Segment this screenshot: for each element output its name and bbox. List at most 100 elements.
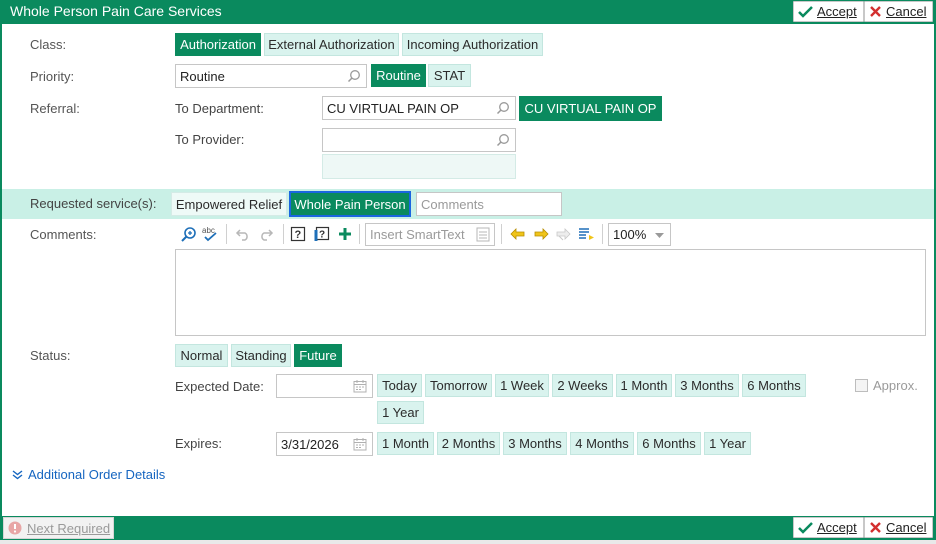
expected-3-months[interactable]: 3 Months <box>675 374 739 397</box>
accept-label: Accept <box>817 4 857 19</box>
expected-2-weeks[interactable]: 2 Weeks <box>552 374 613 397</box>
to-department-value: CU VIRTUAL PAIN OP <box>327 100 459 116</box>
help-icon[interactable]: ? <box>289 224 307 244</box>
expires-4-months[interactable]: 4 Months <box>570 432 634 455</box>
class-external-authorization[interactable]: External Authorization <box>264 33 399 56</box>
cancel-label: Cancel <box>886 4 927 19</box>
insert-smarttext-input[interactable]: Insert SmartText <box>365 223 495 246</box>
add-icon[interactable] <box>336 224 354 244</box>
expires-1-year[interactable]: 1 Year <box>704 432 751 455</box>
expected-date-input[interactable] <box>276 374 373 398</box>
service-empowered-relief[interactable]: Empowered Relief <box>171 192 287 216</box>
additional-order-details-label: Additional Order Details <box>28 467 166 482</box>
expires-6-months[interactable]: 6 Months <box>637 432 701 455</box>
to-provider-input[interactable] <box>322 128 516 152</box>
spellcheck-icon[interactable]: abc <box>201 224 219 244</box>
services-comments-input[interactable]: Comments <box>416 192 562 216</box>
search-icon <box>347 70 360 83</box>
toolbar-separator <box>226 224 227 244</box>
expected-6-months[interactable]: 6 Months <box>742 374 806 397</box>
double-chevron-down-icon <box>12 469 23 479</box>
status-standing[interactable]: Standing <box>231 344 291 367</box>
service-whole-pain-person[interactable]: Whole Pain Person <box>289 191 411 217</box>
svg-text:?: ? <box>319 229 325 240</box>
footer-cancel-label: Cancel <box>886 520 927 535</box>
expires-input[interactable]: 3/31/2026 <box>276 432 373 456</box>
accept-button[interactable]: Accept <box>793 1 864 22</box>
footer-accept-label: Accept <box>817 520 857 535</box>
previous-field-icon[interactable] <box>508 224 526 244</box>
calendar-icon <box>353 438 367 451</box>
department-chip[interactable]: CU VIRTUAL PAIN OP <box>519 96 662 121</box>
checkbox-box <box>855 379 868 392</box>
priority-label: Priority: <box>30 69 75 84</box>
close-icon <box>870 6 881 17</box>
toolbar-separator <box>283 224 284 244</box>
priority-stat[interactable]: STAT <box>428 64 471 87</box>
zoom-select[interactable]: 100% <box>608 223 671 246</box>
status-normal[interactable]: Normal <box>175 344 228 367</box>
svg-text:abc: abc <box>202 226 215 235</box>
priority-value: Routine <box>180 68 225 84</box>
expected-tomorrow[interactable]: Tomorrow <box>425 374 492 397</box>
next-required-label: Next Required <box>27 520 111 536</box>
expected-1-month[interactable]: 1 Month <box>616 374 672 397</box>
search-icon <box>496 102 509 115</box>
left-border <box>0 24 2 516</box>
close-icon <box>870 522 881 533</box>
search-icon <box>496 134 509 147</box>
additional-order-details-link[interactable]: Additional Order Details <box>12 467 165 482</box>
clear-field-icon[interactable] <box>555 224 573 244</box>
approx-label: Approx. <box>873 378 918 393</box>
cancel-button[interactable]: Cancel <box>864 1 934 22</box>
undo-icon[interactable] <box>234 224 252 244</box>
provider-chip-area <box>322 154 516 179</box>
expected-1-year[interactable]: 1 Year <box>377 401 424 424</box>
toolbar-separator <box>602 224 603 244</box>
zoom-value: 100% <box>613 227 647 242</box>
footer-accept-button[interactable]: Accept <box>793 517 864 538</box>
status-future[interactable]: Future <box>294 344 342 367</box>
priority-routine[interactable]: Routine <box>371 64 426 87</box>
smarttext-list-icon <box>476 227 490 242</box>
services-comments-placeholder: Comments <box>421 196 484 212</box>
expected-today[interactable]: Today <box>377 374 422 397</box>
next-required-button[interactable]: Next Required <box>3 517 114 539</box>
status-label: Status: <box>30 348 71 363</box>
svg-text:?: ? <box>295 229 302 241</box>
footer-cancel-button[interactable]: Cancel <box>864 517 934 538</box>
toolbar-separator <box>359 224 360 244</box>
class-incoming-authorization[interactable]: Incoming Authorization <box>402 33 543 56</box>
expected-1-week[interactable]: 1 Week <box>495 374 549 397</box>
priority-input[interactable]: Routine <box>175 64 367 88</box>
to-department-input[interactable]: CU VIRTUAL PAIN OP <box>322 96 516 120</box>
comments-textarea[interactable] <box>175 249 926 336</box>
referral-label: Referral: <box>30 101 80 116</box>
insert-smarttext-placeholder: Insert SmartText <box>370 227 465 242</box>
background-strip <box>0 540 936 544</box>
format-list-icon[interactable] <box>577 224 595 244</box>
next-field-icon[interactable] <box>532 224 550 244</box>
redo-icon[interactable] <box>257 224 275 244</box>
expected-date-label: Expected Date: <box>175 379 264 394</box>
checkmark-icon <box>798 522 813 534</box>
expires-label: Expires: <box>175 436 222 451</box>
expires-3-months[interactable]: 3 Months <box>503 432 567 455</box>
requested-services-label: Requested service(s): <box>30 196 157 211</box>
checkmark-icon <box>798 6 813 18</box>
class-label: Class: <box>30 37 67 52</box>
expires-1-month[interactable]: 1 Month <box>377 432 434 455</box>
window-title: Whole Person Pain Care Services <box>10 3 222 19</box>
smartlist-help-icon[interactable]: ? <box>312 224 330 244</box>
expires-value: 3/31/2026 <box>281 436 339 452</box>
alert-icon <box>8 521 22 535</box>
approx-checkbox[interactable]: Approx. <box>855 378 918 393</box>
find-replace-icon[interactable] <box>179 224 197 244</box>
comments-label: Comments: <box>30 227 97 242</box>
class-authorization[interactable]: Authorization <box>175 33 261 56</box>
to-department-label: To Department: <box>175 101 264 116</box>
chevron-down-icon <box>655 233 664 238</box>
toolbar-separator <box>501 224 502 244</box>
to-provider-label: To Provider: <box>175 132 245 147</box>
expires-2-months[interactable]: 2 Months <box>437 432 500 455</box>
